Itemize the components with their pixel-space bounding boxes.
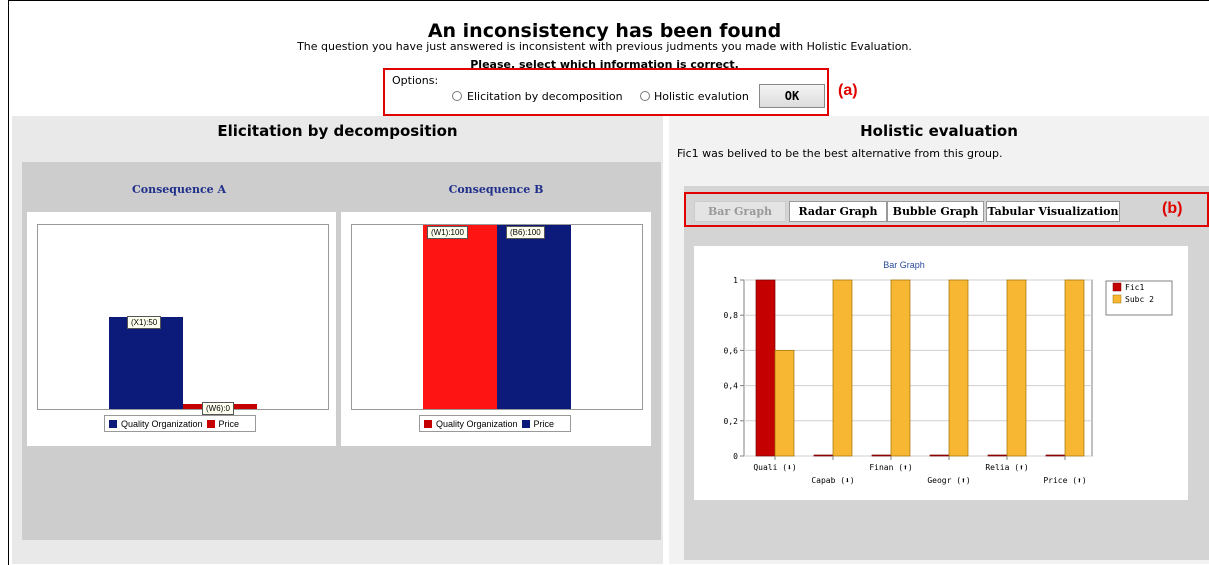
- legend-quality: Quality Organization: [436, 418, 518, 429]
- bar-subc-2: [890, 279, 911, 457]
- x-tick-label: Geogr (⬆): [927, 476, 970, 485]
- legend-quality: Quality Organization: [121, 418, 203, 429]
- consequence-a-bar-quality: [109, 317, 183, 409]
- consequence-b-chart: (W1):100 (B6):100 Quality Organization P…: [341, 212, 651, 446]
- bar-fic1: [987, 454, 1008, 457]
- bar-fic1: [929, 454, 950, 457]
- consequence-a-label-1: (X1):50: [127, 316, 162, 329]
- bar-fic1: [755, 279, 776, 457]
- consequence-b-bar-quality: [423, 225, 497, 409]
- bar-fic1: [871, 454, 892, 457]
- ok-button[interactable]: OK: [759, 84, 825, 108]
- bar-subc-2: [1064, 279, 1085, 457]
- legend-label: Fic1: [1125, 283, 1144, 292]
- y-tick-label: 1: [733, 276, 738, 285]
- radio-holistic[interactable]: [640, 91, 650, 101]
- bar-subc-2: [774, 350, 795, 457]
- legend-price: Price: [533, 418, 555, 429]
- legend-swatch-quality: [424, 419, 432, 428]
- legend-label: Subc 2: [1125, 295, 1154, 304]
- holistic-bar-graph-card: Bar Graph 0 0,2 0,4 0,6 0,8 1 Quali (⬇) Capab (⬇…: [694, 246, 1188, 500]
- holistic-bar-graph: Bar Graph 0 0,2 0,4 0,6 0,8 1 Quali (⬇) Capab (⬇…: [724, 260, 1173, 485]
- consequence-a-label-2: (W6):0: [202, 402, 234, 415]
- y-tick-label: 0,6: [724, 346, 739, 355]
- tab-radar-graph[interactable]: Radar Graph: [789, 201, 887, 222]
- dialog-title: An inconsistency has been found: [427, 20, 782, 42]
- x-tick-label: Relia (⬆): [985, 463, 1028, 472]
- consequence-a-chart: (X1):50 (W6):0 Quality Organization Pric…: [27, 212, 336, 446]
- radio-elicitation[interactable]: [452, 91, 462, 101]
- consequence-a-title: Consequence A: [131, 183, 227, 196]
- decomposition-title: Elicitation by decomposition: [217, 122, 458, 140]
- annotation-a: (a): [838, 82, 858, 99]
- plot-area: [743, 279, 1093, 457]
- bar-subc-2: [948, 279, 969, 457]
- legend-swatch-price: [521, 419, 530, 428]
- legend-swatch-price: [206, 419, 215, 428]
- consequence-b-title: Consequence B: [448, 183, 544, 196]
- x-tick-label: Capab (⬇): [811, 476, 854, 485]
- bar-fic1: [813, 454, 834, 457]
- x-tick-label: Price (⬆): [1043, 476, 1086, 485]
- options-label: Options:: [392, 74, 439, 87]
- bar-fic1: [1045, 454, 1066, 457]
- consequence-b-legend: Quality Organization Price: [419, 415, 571, 432]
- dialog-subtitle: The question you have just answered is i…: [297, 40, 912, 53]
- y-tick-label: 0,4: [724, 382, 739, 391]
- consequence-a-legend: Quality Organization Price: [104, 415, 256, 432]
- graph-title: Bar Graph: [883, 260, 925, 270]
- tab-tabular-visualization[interactable]: Tabular Visualization: [986, 201, 1120, 222]
- radio-elicitation-label: Elicitation by decomposition: [467, 90, 623, 103]
- consequence-b-label-1: (W1):100: [427, 226, 468, 239]
- bar-subc-2: [1006, 279, 1027, 457]
- tab-bubble-graph[interactable]: Bubble Graph: [887, 201, 984, 222]
- legend-swatch: [1112, 282, 1122, 292]
- legend-swatch-quality: [109, 419, 117, 428]
- bar-subc-2: [832, 279, 853, 457]
- y-tick-label: 0,2: [724, 417, 739, 426]
- y-tick-label: 0,8: [724, 311, 739, 320]
- consequence-a-plot: [37, 224, 329, 410]
- holistic-title: Holistic evaluation: [860, 122, 1018, 140]
- x-tick-label: Finan (⬆): [869, 463, 912, 472]
- legend-price: Price: [218, 418, 240, 429]
- tab-bar-graph[interactable]: Bar Graph: [694, 201, 786, 222]
- consequence-b-bar-price: [497, 225, 571, 409]
- x-tick-label: Quali (⬇): [753, 463, 796, 472]
- annotation-b: (b): [1162, 200, 1183, 217]
- y-tick-label: 0: [733, 452, 738, 461]
- consequence-b-label-2: (B6):100: [506, 226, 545, 239]
- holistic-description: Fic1 was belived to be the best alternat…: [677, 147, 1003, 160]
- consequence-b-plot: [351, 224, 643, 410]
- legend-swatch: [1112, 294, 1122, 304]
- radio-holistic-label: Holistic evalution: [654, 90, 749, 103]
